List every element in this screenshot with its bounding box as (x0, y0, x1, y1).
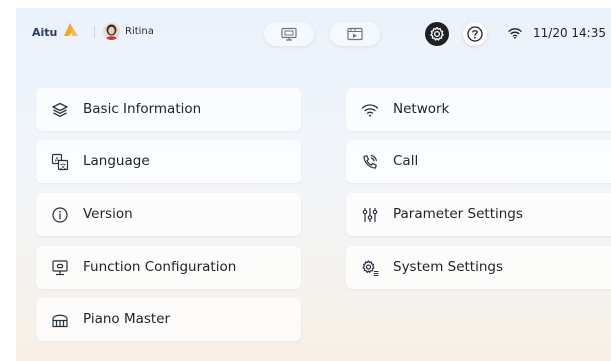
presentation-icon (281, 27, 297, 41)
svg-text:文: 文 (60, 161, 67, 170)
piano-icon (52, 314, 68, 328)
top-bar: Aitu Ritina 11/20 14:35 (16, 8, 611, 58)
user-avatar-icon (103, 23, 120, 40)
brand-logo: Aitu (32, 26, 58, 39)
gear-icon (430, 26, 444, 41)
menu-item-call[interactable]: Call (346, 140, 611, 183)
menu-item-language[interactable]: A 文 Language (36, 140, 301, 183)
menu-item-label: System Settings (393, 259, 504, 275)
header-divider (94, 26, 95, 38)
menu-item-network[interactable]: Network (346, 88, 611, 131)
menu-item-label: Parameter Settings (393, 206, 523, 222)
menu-item-system-settings[interactable]: System Settings (346, 246, 611, 289)
menu-item-version[interactable]: Version (36, 193, 301, 236)
translate-icon: A 文 (51, 153, 69, 171)
menu-item-label: Basic Information (83, 101, 202, 117)
menu-item-label: Piano Master (83, 311, 171, 327)
user-name[interactable]: Ritina (125, 26, 154, 37)
info-icon (52, 207, 68, 223)
menu-item-label: Network (393, 101, 450, 117)
avatar[interactable] (103, 23, 120, 40)
monitor-icon (52, 260, 68, 276)
layers-icon (52, 102, 68, 117)
settings-button[interactable] (425, 22, 449, 46)
sliders-icon (362, 208, 378, 222)
menu-item-label: Call (393, 153, 419, 169)
menu-item-label: Function Configuration (83, 259, 237, 275)
phone-call-icon (363, 154, 377, 169)
menu-item-label: Version (83, 206, 133, 222)
status-clock: 11/20 14:35 (533, 26, 606, 40)
wifi-icon (361, 104, 379, 117)
menu-item-basic-information[interactable]: Basic Information (36, 88, 301, 131)
help-button[interactable] (463, 22, 487, 46)
system-gear-icon (362, 260, 379, 277)
video-board-mode-button[interactable] (330, 22, 380, 46)
help-icon (467, 26, 483, 42)
video-board-icon (347, 27, 363, 41)
wifi-icon (508, 28, 522, 39)
settings-screen: Aitu Ritina 11/20 14:35 Basic Informatio… (16, 8, 611, 361)
brand-mark-icon (64, 23, 78, 36)
menu-item-parameter-settings[interactable]: Parameter Settings (346, 193, 611, 236)
menu-item-piano-master[interactable]: Piano Master (36, 298, 301, 341)
menu-item-function-configuration[interactable]: Function Configuration (36, 246, 301, 289)
presentation-mode-button[interactable] (264, 22, 314, 46)
menu-item-label: Language (83, 153, 150, 169)
